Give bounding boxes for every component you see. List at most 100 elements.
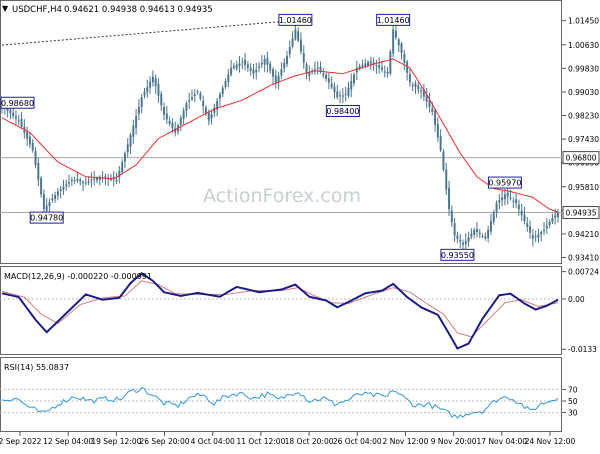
candle-body	[26, 131, 29, 139]
candle-body	[313, 69, 316, 71]
candle-body	[163, 107, 166, 115]
candle-body	[126, 144, 129, 153]
price-level-tag: 0.96800	[562, 151, 600, 165]
candle-body	[364, 63, 367, 66]
candle-body	[165, 113, 168, 120]
candle-body	[344, 94, 347, 96]
candle-body	[420, 90, 423, 92]
price-axis-label: 0.99830	[568, 64, 599, 73]
candle-body	[498, 200, 501, 203]
candle-body	[394, 30, 397, 38]
annotation-label: 0.95970	[488, 179, 521, 188]
candle-body	[210, 114, 213, 119]
candle-body	[188, 100, 191, 102]
candle-body	[31, 142, 34, 151]
candle-body	[96, 177, 98, 181]
candle-body	[291, 38, 294, 47]
candle-body	[224, 81, 227, 88]
candle-body	[218, 94, 221, 99]
candle-body	[523, 214, 526, 221]
candle-body	[34, 151, 37, 165]
candle-body	[475, 229, 478, 232]
watermark: ActionForex.com	[203, 185, 361, 207]
candle-body	[185, 103, 188, 111]
candle-body	[503, 194, 506, 200]
candle-body	[40, 177, 43, 195]
candle-body	[512, 200, 515, 202]
annotation-label: 0.98680	[1, 99, 34, 108]
candle-body	[263, 58, 266, 65]
price-axis-label: 0.94210	[568, 230, 599, 239]
candle-body	[87, 181, 90, 183]
price-axis-label: 1.01450	[568, 17, 599, 26]
candle-body	[417, 85, 420, 90]
time-axis-label: 26 Sep 20:00	[140, 437, 190, 446]
candle-body	[540, 231, 543, 235]
price-annotation: 0.95970	[487, 176, 522, 189]
candle-body	[154, 78, 157, 87]
annotation-label: 0.94780	[30, 214, 63, 223]
candle-body	[62, 186, 65, 190]
candle-body	[350, 81, 353, 90]
candle-body	[260, 62, 263, 65]
candle-body	[199, 93, 202, 99]
candle-body	[196, 91, 199, 93]
annotation-label: 0.98400	[326, 107, 359, 116]
price-axis-label: 0.98230	[568, 112, 599, 121]
candle-body	[129, 134, 132, 147]
candle-body	[191, 97, 193, 100]
candle-body	[82, 182, 85, 184]
time-axis-label: 2 Nov 12:00	[383, 437, 429, 446]
price-annotation: 0.98680	[0, 96, 35, 109]
ohlc-readout: 0.94621 0.94938 0.94613 0.94935	[64, 5, 213, 15]
rsi-title: RSI(14) 55.0837	[4, 363, 69, 372]
price-candle	[392, 25, 395, 58]
candle-body	[470, 233, 473, 237]
candle-body	[403, 53, 406, 63]
candle-body	[386, 72, 389, 74]
candle-body	[411, 84, 414, 86]
chart-background	[0, 0, 600, 450]
candle-body	[383, 71, 386, 73]
candle-body	[146, 86, 149, 93]
candle-body	[20, 118, 23, 127]
candle-body	[283, 62, 286, 69]
candle-body	[450, 210, 453, 223]
candle-body	[28, 136, 31, 145]
candle-body	[280, 69, 283, 76]
macd-axis-label: 0.00724	[568, 268, 599, 277]
candle-body	[400, 43, 403, 54]
candle-body	[297, 31, 300, 41]
candle-body	[551, 218, 554, 223]
candle-body	[434, 110, 437, 125]
candle-body	[235, 64, 238, 69]
candle-body	[123, 153, 126, 162]
candle-body	[56, 191, 59, 196]
candle-body	[302, 52, 305, 63]
price-axis-label: 0.97430	[568, 135, 599, 144]
candle-body	[255, 70, 258, 73]
candle-body	[115, 179, 118, 182]
candle-body	[408, 74, 411, 83]
candle-body	[333, 86, 336, 93]
price-axis-label: 0.99030	[568, 88, 599, 97]
candle-body	[221, 87, 224, 95]
annotation-label: 1.01460	[377, 16, 410, 25]
rsi-axis-label: 50	[568, 397, 578, 406]
candle-body	[84, 182, 87, 184]
level-tag-label: 0.94935	[565, 209, 596, 218]
candle-body	[137, 106, 140, 114]
candle-body	[294, 29, 297, 40]
candle-body	[272, 69, 274, 77]
price-annotation: 0.94780	[29, 211, 64, 224]
candle-body	[495, 203, 498, 213]
candle-body	[37, 162, 40, 180]
candle-body	[554, 215, 557, 218]
candle-body	[367, 61, 369, 66]
time-axis-label: 18 Oct 20:00	[285, 437, 334, 446]
candle-body	[232, 66, 235, 69]
collapse-arrow-icon[interactable]: ▼	[2, 4, 9, 13]
candle-body	[453, 222, 456, 236]
candle-body	[151, 76, 154, 83]
price-annotation: 1.01460	[278, 13, 313, 26]
